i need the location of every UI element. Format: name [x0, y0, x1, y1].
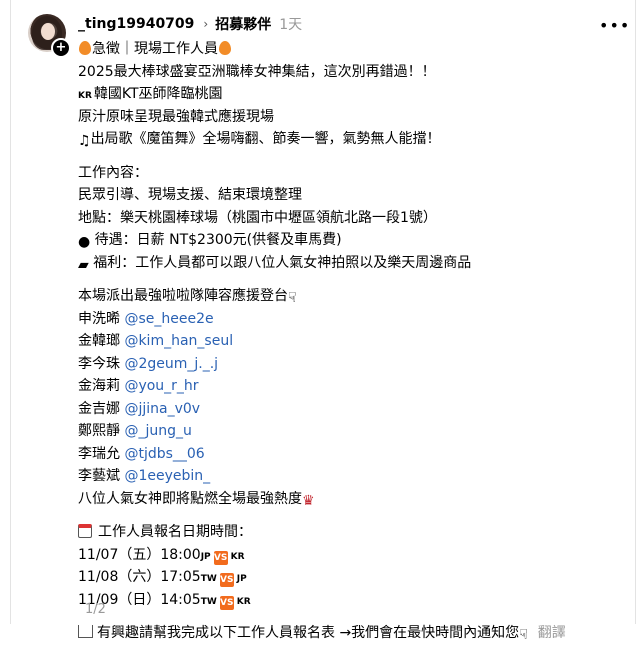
post-text: 八位人氣女神即將點燃全場最強熱度 — [78, 490, 302, 507]
point-down-icon: ☟ — [519, 627, 528, 643]
post-line: 原汁原味呈現最強韓式應援現場 — [78, 108, 274, 125]
post-text: 出局歌《魔笛舞》全場嗨翻、節奏一響，氣勢無人能擋！ — [90, 131, 441, 147]
post-line: ♫出局歌《魔笛舞》全場嗨翻、節奏一響，氣勢無人能擋！ — [78, 128, 618, 151]
post-text: 福利：工作人員都可以跟八位人氣女神拍照以及樂天周邊商品 — [93, 254, 472, 271]
member-line: 李今珠 @2geum_j._.j — [78, 355, 219, 372]
post-line: ▰ 福利：工作人員都可以跟八位人氣女神拍照以及樂天周邊商品 — [78, 252, 618, 275]
calendar-icon — [78, 524, 92, 538]
more-horizontal-icon[interactable]: ••• — [599, 16, 630, 35]
post-line: 八位人氣女神即將點燃全場最強熱度♛ — [78, 488, 618, 511]
member-line: 金韓瑯 @kim_han_seul — [78, 333, 234, 349]
post-line: KR 韓國KT巫師降臨桃園 — [78, 83, 618, 106]
mention-link[interactable]: @tjdbs__06 — [124, 446, 204, 462]
schedule-row: 11/07（五）18:00JP VS KR — [78, 546, 245, 565]
mention-link[interactable]: @kim_han_seul — [124, 333, 233, 349]
mention-link[interactable]: @you_r_hr — [124, 378, 198, 394]
member-line: 金吉娜 @jjina_v0v — [78, 400, 201, 417]
fire-icon — [219, 41, 231, 55]
post-text: 急徵｜現場工作人員 — [92, 41, 218, 57]
post-line: 地點：樂天桃園棒球場（桃園市中壢區領航北路一段1號） — [78, 209, 437, 226]
mention-link[interactable]: @se_heee2e — [124, 311, 213, 327]
chevron-right-icon: › — [203, 17, 209, 31]
post-body: 急徵｜現場工作人員 2025最大棒球盛宴亞洲職棒女神集結，這次別再錯過！！ KR… — [78, 38, 618, 645]
inbox-tray-icon — [78, 625, 93, 638]
vs-icon: VS — [219, 595, 234, 610]
dancer-icon: ♛ — [302, 492, 315, 509]
vs-icon: VS — [219, 573, 234, 587]
member-line: 金海莉 @you_r_hr — [78, 378, 199, 394]
post-line: 工作人員報名日期時間： — [78, 521, 618, 544]
follow-plus-icon[interactable]: + — [51, 38, 71, 58]
avatar-face — [41, 23, 55, 40]
vs-icon: VS — [213, 550, 228, 565]
post-text: 有興趣請幫我完成以下工作人員報名表 →我們會在最快時間內通知您 — [97, 625, 520, 641]
ticket-icon: ▰ — [78, 256, 89, 273]
post-line: 工作內容： — [78, 164, 148, 181]
post-text: 韓國KT巫師降臨桃園 — [93, 86, 223, 102]
post-text: 本場派出最強啦啦隊陣容應援登台 — [78, 288, 288, 304]
member-line: 鄭熙靜 @_jung_u — [78, 423, 192, 439]
schedule-row: 11/09（日）14:05TW VS KR — [78, 591, 251, 610]
post-line: 有興趣請幫我完成以下工作人員報名表 →我們會在最快時間內通知您☟ 翻譯 — [78, 622, 618, 645]
mention-link[interactable]: @1eeyebin_ — [124, 468, 210, 484]
post-line: 本場派出最強啦啦隊陣容應援登台☟ — [78, 285, 618, 308]
schedule-row: 11/08（六）17:05TW VS JP — [78, 569, 247, 587]
mention-link[interactable]: @2geum_j._.j — [124, 356, 218, 372]
member-line: 申洗晞 @se_heee2e — [78, 310, 214, 327]
kr-flag-icon: KR — [78, 91, 92, 101]
member-line: 李藝斌 @1eeyebin_ — [78, 468, 211, 484]
username[interactable]: _ting19940709 — [78, 16, 194, 32]
post-line: 2025最大棒球盛宴亞洲職棒女神集結，這次別再錯過！！ — [78, 63, 436, 80]
topic-tag[interactable]: 招募夥伴 — [215, 14, 271, 34]
post-text: 待遇：日薪 NT$2300元(供餐及車馬費) — [94, 232, 342, 248]
media-pager: 1/2 — [85, 602, 106, 617]
post-line: 民眾引導、現場支援、結束環境整理 — [78, 187, 302, 203]
post-header: _ting19940709 › 招募夥伴 1天 — [78, 14, 302, 34]
fire-icon — [79, 41, 91, 55]
member-line: 李瑞允 @tjdbs__06 — [78, 445, 205, 462]
post-time: 1天 — [279, 17, 303, 33]
money-bag-icon: ● — [78, 234, 91, 250]
post-line: 急徵｜現場工作人員 — [78, 38, 618, 61]
mention-link[interactable]: @_jung_u — [124, 423, 191, 439]
post-text: 工作人員報名日期時間： — [98, 524, 252, 540]
post-line: ● 待遇：日薪 NT$2300元(供餐及車馬費) — [78, 229, 618, 252]
translate-button[interactable]: 翻譯 — [538, 625, 566, 641]
mention-link[interactable]: @jjina_v0v — [124, 401, 200, 417]
point-down-icon: ☟ — [288, 290, 297, 306]
music-note-icon: ♫ — [78, 133, 91, 149]
